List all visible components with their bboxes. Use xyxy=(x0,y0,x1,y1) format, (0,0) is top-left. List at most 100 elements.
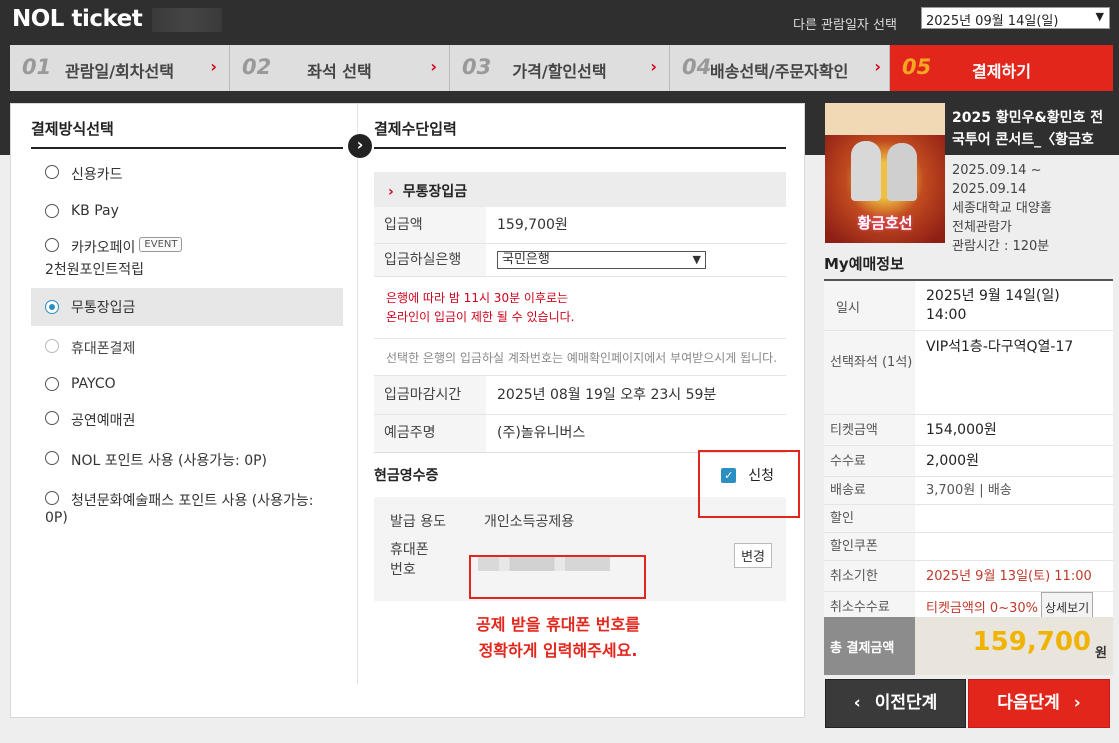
depositor-row: 예금주명 (주)놀유니버스 xyxy=(374,415,786,452)
info-value: 2,000원 xyxy=(926,453,979,469)
change-button[interactable]: 변경 xyxy=(734,543,772,568)
info-key: 일시 xyxy=(824,281,915,330)
payment-method-section: 결제방식선택 신용카드 KB Pay 카카오페이 EVENT 2천원포인트적립 … xyxy=(31,118,343,526)
show-poster: 황금호선 xyxy=(825,103,945,243)
info-key: 티켓금액 xyxy=(824,415,915,445)
deadline-row: 입금마감시간 2025년 08월 19일 오후 23시 59분 xyxy=(374,376,786,415)
step-label: 배송선택/주문자확인 xyxy=(710,62,849,81)
info-key: 할인 xyxy=(824,505,915,532)
total-amount: 159,700 xyxy=(972,627,1091,657)
radio-icon[interactable] xyxy=(45,339,59,353)
cash-receipt-label: 현금영수증 xyxy=(374,468,439,484)
step-navigation: 01 관람일/회차선택 › 02 좌석 선택 › 03 가격/할인선택 › 04… xyxy=(10,45,1113,91)
radio-icon[interactable] xyxy=(45,204,59,218)
amount-label: 입금액 xyxy=(374,207,486,243)
radio-icon[interactable] xyxy=(45,238,59,252)
bank-time-notice: 은행에 따라 밤 11시 30분 이후로는 온라인이 입금이 제한 될 수 있습… xyxy=(374,277,786,339)
nol-ticket-logo[interactable]: NOL ticket xyxy=(12,6,143,32)
deadline-value: 2025년 08월 19일 오후 23시 59분 xyxy=(497,387,717,403)
prev-step-label: 이전단계 xyxy=(874,693,938,713)
payment-method-title: 결제방식선택 xyxy=(31,118,343,149)
next-step-label: 다음단계 xyxy=(997,693,1060,713)
bank-label: 입금하실은행 xyxy=(374,244,486,276)
pay-option-phone[interactable]: 휴대폰결제 xyxy=(31,338,343,358)
payment-panel: 결제방식선택 신용카드 KB Pay 카카오페이 EVENT 2천원포인트적립 … xyxy=(10,103,805,718)
info-key: 배송료 xyxy=(824,477,915,504)
pay-option-credit-card[interactable]: 신용카드 xyxy=(31,164,343,184)
total-label: 총 결제금액 xyxy=(824,617,915,675)
chevron-down-icon: ▼ xyxy=(1095,10,1104,23)
pay-option-label: 신용카드 xyxy=(71,167,123,183)
bank-transfer-header: › 무통장입금 xyxy=(374,172,786,207)
poster-figure xyxy=(851,141,881,201)
amount-row: 입금액 159,700원 xyxy=(374,207,786,244)
show-age: 전체관람가 xyxy=(952,220,1012,235)
info-key: 취소기한 xyxy=(824,561,915,591)
radio-icon[interactable] xyxy=(45,165,59,179)
bank-select-value: 국민은행 xyxy=(502,252,550,267)
step-number: 04 xyxy=(682,55,712,79)
notice-line: 은행에 따라 밤 11시 30분 이후로는 xyxy=(386,291,569,305)
poster-title: 황금호선 xyxy=(857,214,913,232)
prev-step-button[interactable]: ‹ 이전단계 xyxy=(825,679,966,728)
radio-icon[interactable] xyxy=(45,491,59,505)
bank-cell: 국민은행 ▼ xyxy=(486,244,706,276)
blurred-header-text xyxy=(152,8,222,32)
warning-line: 공제 받을 휴대폰 번호를 xyxy=(476,615,640,634)
radio-icon[interactable] xyxy=(45,300,59,314)
pay-option-nol-point[interactable]: NOL 포인트 사용 (사용가능: 0P) xyxy=(31,450,343,470)
info-row-datetime: 일시 2025년 9월 14일(일) 14:00 xyxy=(824,281,1113,331)
radio-icon[interactable] xyxy=(45,377,59,391)
show-date-to: 2025.09.14 xyxy=(952,182,1027,197)
kakaopay-benefit: 2천원포인트적립 xyxy=(45,262,145,278)
chevron-left-icon: ‹ xyxy=(853,693,861,713)
pay-option-kakaopay[interactable]: 카카오페이 EVENT xyxy=(31,237,343,257)
info-row-shipping: 배송료 3,700원 | 배송 xyxy=(824,477,1113,505)
date-select[interactable]: 2025년 09월 14일(일) ▼ xyxy=(921,7,1110,29)
pay-option-label: PAYCO xyxy=(71,376,116,392)
notice-line: 온라인이 입금이 제한 될 수 있습니다. xyxy=(386,310,575,324)
pay-option-label: 공연예매권 xyxy=(71,413,136,429)
info-value: 2025년 9월 14일(일) 14:00 xyxy=(926,288,1060,323)
booking-info-table: 일시 2025년 9월 14일(일) 14:00 선택좌석 (1석) VIP석1… xyxy=(824,279,1113,625)
pay-option-payco[interactable]: PAYCO xyxy=(31,376,343,392)
info-row-coupon: 할인쿠폰 xyxy=(824,533,1113,561)
depositor-label: 예금주명 xyxy=(374,415,486,452)
radio-icon[interactable] xyxy=(45,411,59,425)
show-title: 2025 황민우&황민호 전국투어 콘서트_〈황금호 xyxy=(952,110,1104,148)
pay-option-voucher[interactable]: 공연예매권 xyxy=(31,410,343,430)
event-badge: EVENT xyxy=(139,237,183,252)
cancel-fee-text: 티켓금액의 0~30% xyxy=(926,601,1038,616)
poster-figure xyxy=(887,143,917,201)
chevron-right-icon: › xyxy=(650,57,657,76)
amount-value: 159,700원 xyxy=(497,217,568,233)
pay-option-label: 휴대폰결제 xyxy=(71,341,136,357)
column-divider xyxy=(357,104,358,684)
step-label: 가격/할인선택 xyxy=(512,62,607,81)
next-step-button[interactable]: 다음단계 › xyxy=(968,679,1110,728)
info-value: 3,700원 | 배송 xyxy=(926,483,1012,498)
pay-option-bank-transfer[interactable]: 무통장입금 xyxy=(31,288,343,326)
info-key: 수수료 xyxy=(824,446,915,476)
pay-option-label: KB Pay xyxy=(71,203,119,219)
step-1: 01 관람일/회차선택 › xyxy=(10,45,230,91)
pay-option-label: 청년문화예술패스 포인트 사용 (사용가능: xyxy=(71,493,314,509)
pay-option-youth-pass[interactable]: 청년문화예술패스 포인트 사용 (사용가능: xyxy=(31,490,343,510)
phone-label: 휴대폰번호 xyxy=(390,542,429,578)
step-3: 03 가격/할인선택 › xyxy=(450,45,670,91)
info-value: 154,000원 xyxy=(926,422,997,438)
pay-option-kb-pay[interactable]: KB Pay xyxy=(31,203,343,219)
show-venue: 세종대학교 대양홀 xyxy=(952,201,1052,216)
info-value xyxy=(915,505,926,532)
step-label: 결제하기 xyxy=(972,62,1031,81)
chevron-right-icon: › xyxy=(874,57,881,76)
pay-option-label: 카카오페이 xyxy=(71,240,136,256)
info-row-ticket: 티켓금액 154,000원 xyxy=(824,415,1113,446)
bank-select[interactable]: 국민은행 ▼ xyxy=(497,251,706,269)
sub-title-text: 무통장입금 xyxy=(402,184,468,200)
radio-icon[interactable] xyxy=(45,451,59,465)
my-booking-title: My예매정보 xyxy=(824,255,904,273)
info-row-fee: 수수료 2,000원 xyxy=(824,446,1113,477)
chevron-down-icon: ▼ xyxy=(692,253,701,266)
info-row-discount: 할인 xyxy=(824,505,1113,533)
